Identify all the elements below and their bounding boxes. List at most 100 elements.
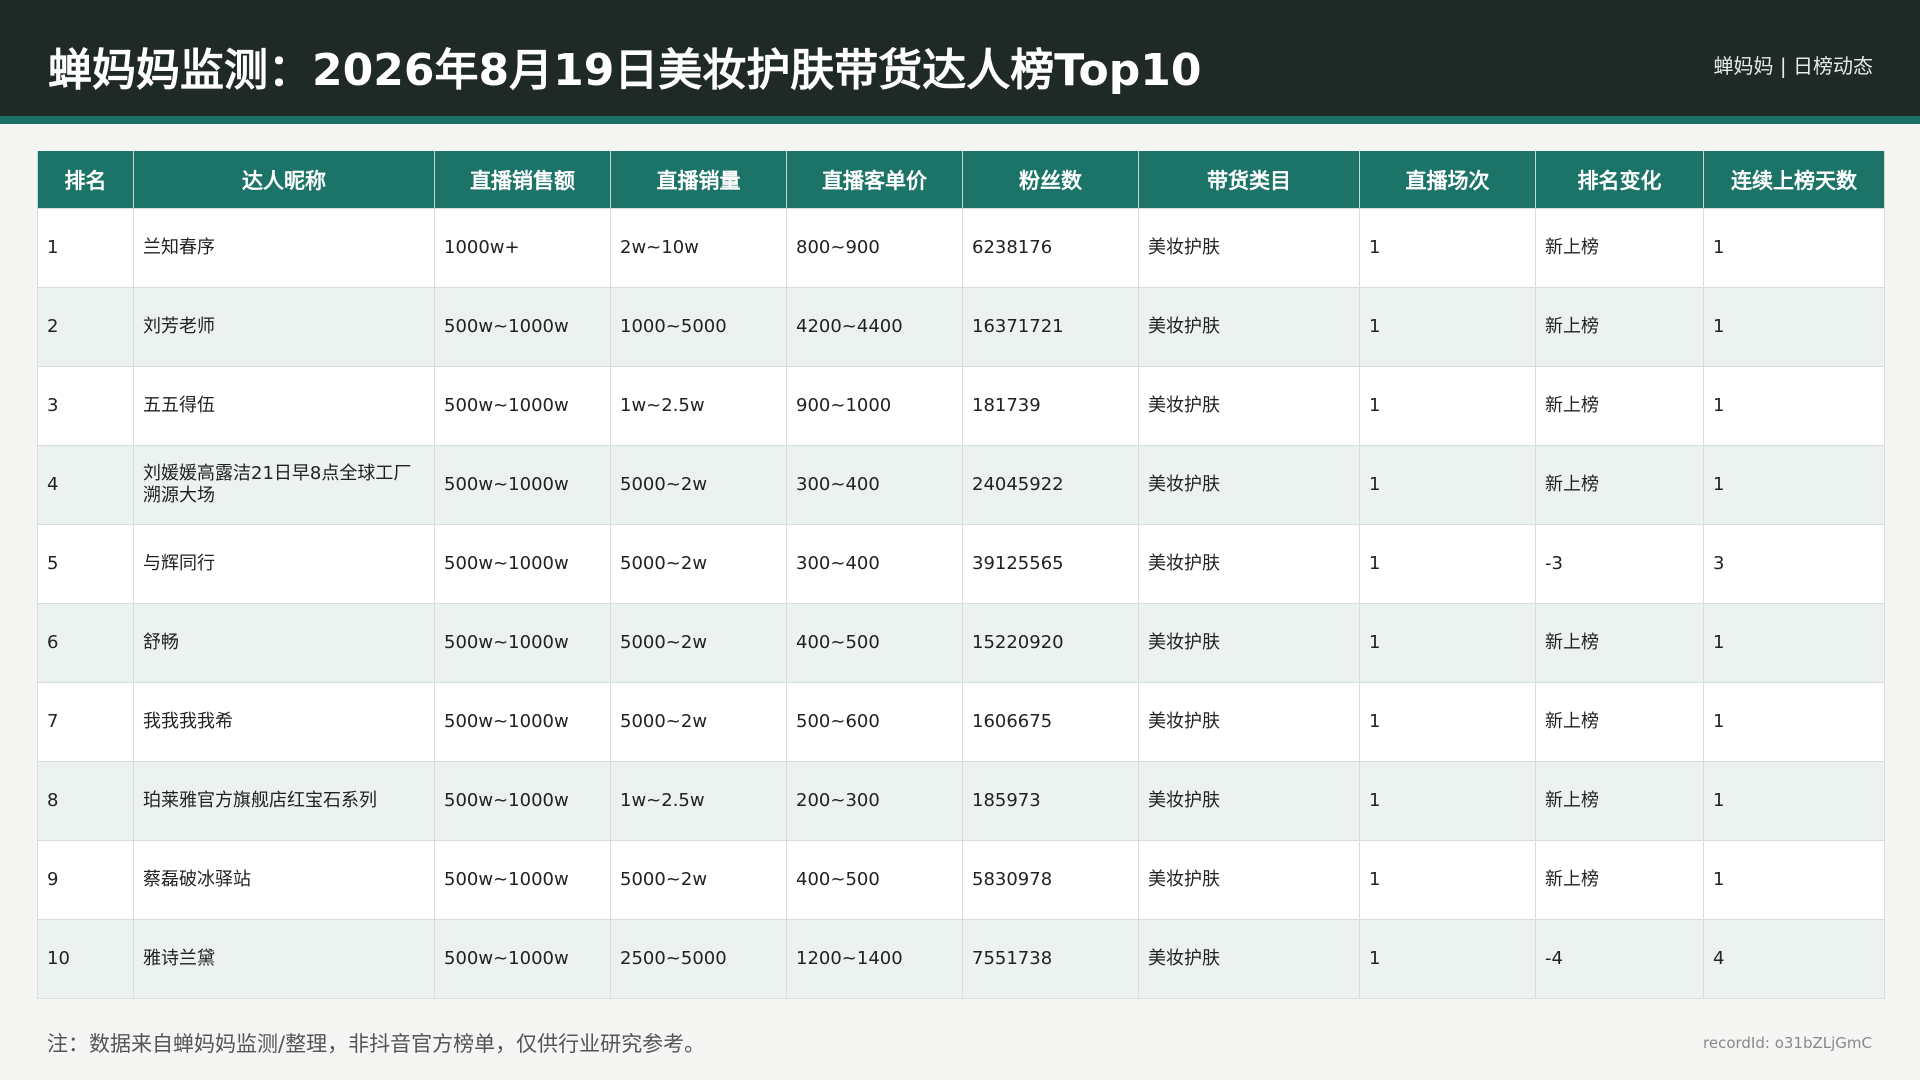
cell-rank: 2	[37, 287, 134, 367]
cell-avg-order-price: 400~500	[786, 840, 963, 920]
cell-nickname: 舒畅	[133, 603, 435, 683]
cell-rank-change: 新上榜	[1535, 366, 1704, 446]
cell-live-sales-volume: 5000~2w	[610, 524, 787, 604]
record-id-label: recordId: o31bZLjGmC	[1703, 1034, 1872, 1052]
cell-rank-change: 新上榜	[1535, 761, 1704, 841]
cell-live-sales-amount: 500w~1000w	[434, 682, 611, 762]
cell-avg-order-price: 400~500	[786, 603, 963, 683]
brand-label: 蝉妈妈 | 日榜动态	[1713, 54, 1873, 78]
cell-followers: 7551738	[962, 919, 1139, 999]
column-header-rank-change[interactable]: 排名变化	[1535, 151, 1704, 209]
cell-followers: 181739	[962, 366, 1139, 446]
cell-live-sales-volume: 1000~5000	[610, 287, 787, 367]
cell-live-sales-amount: 500w~1000w	[434, 366, 611, 446]
cell-avg-order-price: 200~300	[786, 761, 963, 841]
cell-category: 美妆护肤	[1138, 919, 1360, 999]
cell-nickname: 与辉同行	[133, 524, 435, 604]
cell-live-sessions: 1	[1359, 366, 1536, 446]
cell-followers: 24045922	[962, 445, 1139, 525]
cell-category: 美妆护肤	[1138, 208, 1360, 288]
cell-followers: 16371721	[962, 287, 1139, 367]
cell-live-sales-volume: 5000~2w	[610, 682, 787, 762]
cell-consecutive-days: 3	[1703, 524, 1885, 604]
cell-consecutive-days: 1	[1703, 287, 1885, 367]
cell-live-sales-volume: 1w~2.5w	[610, 366, 787, 446]
cell-live-sessions: 1	[1359, 840, 1536, 920]
column-header-live-sales-amount[interactable]: 直播销售额	[434, 151, 611, 209]
column-header-category[interactable]: 带货类目	[1138, 151, 1360, 209]
cell-nickname: 雅诗兰黛	[133, 919, 435, 999]
table-body: 1 兰知春序 1000w+ 2w~10w 800~900 6238176 美妆护…	[37, 208, 1885, 999]
page-header: 蝉妈妈监测：2026年8月19日美妆护肤带货达人榜Top10 蝉妈妈 | 日榜动…	[0, 0, 1920, 116]
cell-live-sales-volume: 5000~2w	[610, 603, 787, 683]
cell-live-sales-volume: 2w~10w	[610, 208, 787, 288]
cell-rank-change: -4	[1535, 919, 1704, 999]
cell-rank-change: 新上榜	[1535, 603, 1704, 683]
cell-nickname: 五五得伍	[133, 366, 435, 446]
cell-consecutive-days: 1	[1703, 761, 1885, 841]
column-header-nickname[interactable]: 达人昵称	[133, 151, 435, 209]
cell-rank-change: 新上榜	[1535, 445, 1704, 525]
cell-followers: 185973	[962, 761, 1139, 841]
header-accent-stripe	[0, 116, 1920, 124]
column-header-live-sessions[interactable]: 直播场次	[1359, 151, 1536, 209]
cell-followers: 5830978	[962, 840, 1139, 920]
cell-nickname: 刘芳老师	[133, 287, 435, 367]
cell-avg-order-price: 4200~4400	[786, 287, 963, 367]
column-header-consecutive-days[interactable]: 连续上榜天数	[1703, 151, 1885, 209]
column-header-followers[interactable]: 粉丝数	[962, 151, 1139, 209]
cell-live-sales-amount: 500w~1000w	[434, 840, 611, 920]
table-header-row: 排名 达人昵称 直播销售额 直播销量 直播客单价 粉丝数 带货类目 直播场次 排…	[37, 151, 1885, 209]
table-row: 2 刘芳老师 500w~1000w 1000~5000 4200~4400 16…	[37, 287, 1885, 367]
cell-rank: 6	[37, 603, 134, 683]
cell-nickname: 刘媛媛高露洁21日早8点全球工厂溯源大场	[133, 445, 435, 525]
cell-live-sales-volume: 5000~2w	[610, 840, 787, 920]
cell-avg-order-price: 1200~1400	[786, 919, 963, 999]
cell-avg-order-price: 500~600	[786, 682, 963, 762]
table-row: 7 我我我我希 500w~1000w 5000~2w 500~600 16066…	[37, 682, 1885, 762]
column-header-rank[interactable]: 排名	[37, 151, 134, 209]
cell-rank: 8	[37, 761, 134, 841]
cell-live-sales-volume: 2500~5000	[610, 919, 787, 999]
cell-live-sales-amount: 500w~1000w	[434, 761, 611, 841]
cell-rank: 9	[37, 840, 134, 920]
cell-avg-order-price: 900~1000	[786, 366, 963, 446]
cell-live-sessions: 1	[1359, 445, 1536, 525]
cell-rank: 3	[37, 366, 134, 446]
footer-disclaimer: 注：数据来自蝉妈妈监测/整理，非抖音官方榜单，仅供行业研究参考。	[47, 1032, 706, 1056]
cell-followers: 39125565	[962, 524, 1139, 604]
cell-consecutive-days: 4	[1703, 919, 1885, 999]
cell-rank: 1	[37, 208, 134, 288]
cell-category: 美妆护肤	[1138, 287, 1360, 367]
cell-live-sessions: 1	[1359, 761, 1536, 841]
cell-avg-order-price: 300~400	[786, 524, 963, 604]
cell-consecutive-days: 1	[1703, 682, 1885, 762]
cell-live-sales-volume: 1w~2.5w	[610, 761, 787, 841]
cell-followers: 15220920	[962, 603, 1139, 683]
column-header-live-sales-volume[interactable]: 直播销量	[610, 151, 787, 209]
cell-live-sales-amount: 500w~1000w	[434, 524, 611, 604]
cell-consecutive-days: 1	[1703, 445, 1885, 525]
column-header-avg-order-price[interactable]: 直播客单价	[786, 151, 963, 209]
cell-nickname: 珀莱雅官方旗舰店红宝石系列	[133, 761, 435, 841]
cell-category: 美妆护肤	[1138, 682, 1360, 762]
ranking-table-container: 排名 达人昵称 直播销售额 直播销量 直播客单价 粉丝数 带货类目 直播场次 排…	[37, 151, 1885, 999]
cell-nickname: 蔡磊破冰驿站	[133, 840, 435, 920]
cell-nickname: 兰知春序	[133, 208, 435, 288]
cell-rank: 4	[37, 445, 134, 525]
cell-category: 美妆护肤	[1138, 603, 1360, 683]
cell-live-sessions: 1	[1359, 208, 1536, 288]
cell-rank: 5	[37, 524, 134, 604]
table-row: 5 与辉同行 500w~1000w 5000~2w 300~400 391255…	[37, 524, 1885, 604]
cell-live-sessions: 1	[1359, 287, 1536, 367]
cell-rank: 7	[37, 682, 134, 762]
cell-live-sessions: 1	[1359, 919, 1536, 999]
cell-rank-change: 新上榜	[1535, 840, 1704, 920]
cell-live-sales-amount: 500w~1000w	[434, 445, 611, 525]
cell-consecutive-days: 1	[1703, 840, 1885, 920]
cell-category: 美妆护肤	[1138, 761, 1360, 841]
cell-followers: 1606675	[962, 682, 1139, 762]
table-row: 3 五五得伍 500w~1000w 1w~2.5w 900~1000 18173…	[37, 366, 1885, 446]
cell-live-sales-amount: 1000w+	[434, 208, 611, 288]
cell-consecutive-days: 1	[1703, 208, 1885, 288]
